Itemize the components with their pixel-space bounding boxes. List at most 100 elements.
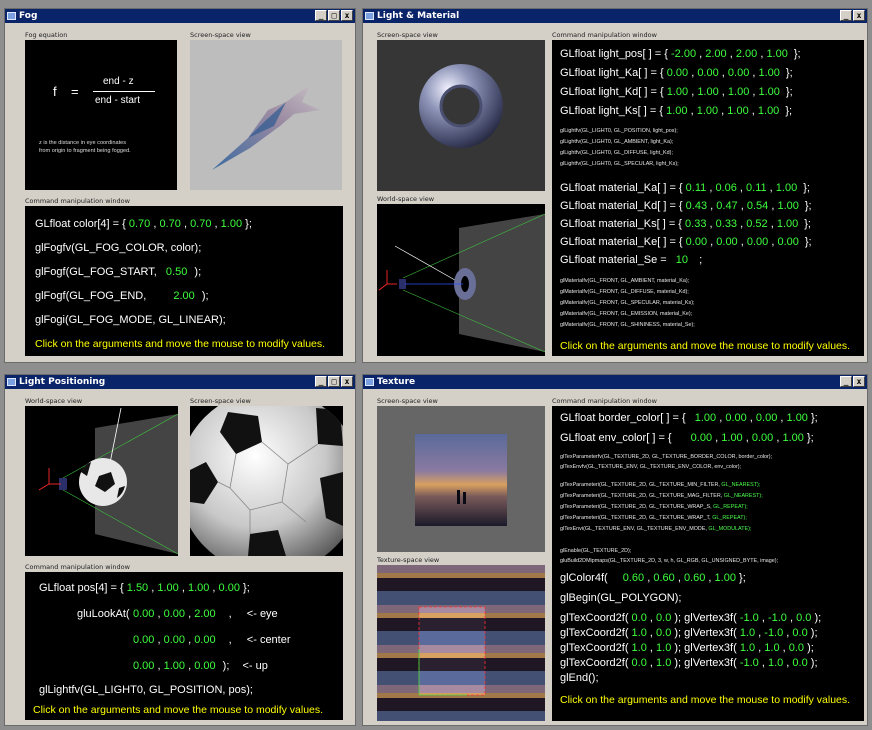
param-value[interactable]: 0.33 [716, 218, 737, 230]
fog-screen-view[interactable] [190, 40, 342, 190]
color4f-b[interactable]: 0.60 [684, 572, 705, 584]
fog-color-a[interactable]: 1.00 [221, 218, 242, 230]
vertex-coord[interactable]: 0.0 [789, 642, 804, 654]
texcoord-t[interactable]: 0.0 [656, 612, 671, 624]
fog-color-g[interactable]: 0.70 [159, 218, 180, 230]
param-value[interactable]: 0.00 [667, 67, 688, 79]
torus-world-view[interactable] [377, 204, 545, 356]
minimize-button[interactable]: _ [315, 376, 327, 387]
param-value[interactable]: 1.00 [728, 86, 749, 98]
param-value[interactable]: 0.11 [686, 182, 707, 194]
param-value[interactable]: 0.47 [716, 200, 737, 212]
param-value[interactable]: -2.00 [671, 48, 696, 60]
texparam-arg[interactable]: GL_REPEAT); [713, 504, 748, 510]
param-value[interactable]: 0.06 [715, 182, 736, 194]
param-value[interactable]: 1.00 [777, 218, 798, 230]
texcoord-t[interactable]: 0.0 [656, 627, 671, 639]
param-value[interactable]: 0.00 [686, 236, 707, 248]
border-b[interactable]: 0.00 [756, 412, 777, 424]
fog-end-value[interactable]: 2.00 [173, 290, 194, 302]
light-material-titlebar[interactable]: Light & Material _ x [363, 9, 867, 23]
param-value[interactable]: 1.00 [667, 86, 688, 98]
param-value[interactable]: 1.00 [727, 105, 748, 117]
border-a[interactable]: 1.00 [787, 412, 808, 424]
up-y[interactable]: 1.00 [164, 660, 185, 672]
light-positioning-titlebar[interactable]: Light Positioning _ □ x [5, 375, 355, 389]
torus-screen-view[interactable] [377, 40, 545, 191]
up-z[interactable]: 0.00 [194, 660, 215, 672]
minimize-button[interactable]: _ [840, 10, 852, 21]
param-value[interactable]: 1.00 [766, 48, 787, 60]
eye-z[interactable]: 2.00 [194, 608, 215, 620]
param-value[interactable]: 2.00 [736, 48, 757, 60]
vertex-coord[interactable]: -1.0 [740, 657, 759, 669]
color4f-r[interactable]: 0.60 [623, 572, 644, 584]
param-value[interactable]: 0.00 [777, 236, 798, 248]
fog-color-r[interactable]: 0.70 [129, 218, 150, 230]
vertex-coord[interactable]: 1.0 [768, 657, 783, 669]
texcoord-t[interactable]: 1.0 [656, 642, 671, 654]
texcoord-s[interactable]: 0.0 [632, 612, 647, 624]
env-g[interactable]: 1.00 [721, 432, 742, 444]
close-button[interactable]: x [341, 10, 353, 21]
param-value[interactable]: 0.00 [697, 67, 718, 79]
vertex-coord[interactable]: 0.0 [796, 612, 811, 624]
color4f-g[interactable]: 0.60 [653, 572, 674, 584]
center-z[interactable]: 0.00 [194, 634, 215, 646]
param-value[interactable]: 1.00 [777, 200, 798, 212]
env-r[interactable]: 0.00 [691, 432, 712, 444]
param-value[interactable]: 1.00 [666, 105, 687, 117]
texture-space-view[interactable] [377, 565, 545, 721]
ball-world-view[interactable] [25, 406, 178, 556]
texture-titlebar[interactable]: Texture _ x [363, 375, 867, 389]
param-value[interactable]: 1.00 [697, 105, 718, 117]
material-se-value[interactable]: 10 [676, 254, 688, 266]
vertex-coord[interactable]: 1.0 [740, 642, 755, 654]
vertex-coord[interactable]: -1.0 [740, 612, 759, 624]
pos-y[interactable]: 1.00 [157, 582, 178, 594]
param-value[interactable]: 0.11 [746, 182, 767, 194]
texcoord-s[interactable]: 1.0 [632, 642, 647, 654]
pos-w[interactable]: 0.00 [219, 582, 240, 594]
close-button[interactable]: x [853, 376, 865, 387]
center-y[interactable]: 0.00 [164, 634, 185, 646]
close-button[interactable]: x [853, 10, 865, 21]
env-b[interactable]: 0.00 [752, 432, 773, 444]
fog-color-b[interactable]: 0.70 [190, 218, 211, 230]
texcoord-s[interactable]: 0.0 [632, 657, 647, 669]
vertex-coord[interactable]: 0.0 [792, 657, 807, 669]
param-value[interactable]: 0.00 [728, 67, 749, 79]
vertex-coord[interactable]: -1.0 [768, 612, 787, 624]
vertex-coord[interactable]: 1.0 [764, 642, 779, 654]
texcoord-s[interactable]: 1.0 [632, 627, 647, 639]
param-value[interactable]: 1.00 [697, 86, 718, 98]
fog-titlebar[interactable]: Fog _ □ x [5, 9, 355, 23]
param-value[interactable]: 0.54 [747, 200, 768, 212]
color4f-a[interactable]: 1.00 [715, 572, 736, 584]
center-x[interactable]: 0.00 [133, 634, 154, 646]
pos-z[interactable]: 1.00 [188, 582, 209, 594]
param-value[interactable]: 1.00 [776, 182, 797, 194]
border-r[interactable]: 1.00 [695, 412, 716, 424]
pos-x[interactable]: 1.50 [127, 582, 148, 594]
vertex-coord[interactable]: 1.0 [740, 627, 755, 639]
texcoord-t[interactable]: 1.0 [656, 657, 671, 669]
param-value[interactable]: 0.00 [747, 236, 768, 248]
env-a[interactable]: 1.00 [782, 432, 803, 444]
param-value[interactable]: 1.00 [758, 105, 779, 117]
param-value[interactable]: 2.00 [705, 48, 726, 60]
minimize-button[interactable]: _ [315, 10, 327, 21]
close-button[interactable]: x [341, 376, 353, 387]
param-value[interactable]: 0.43 [686, 200, 707, 212]
texparam-arg[interactable]: GL_REPEAT); [712, 515, 747, 521]
texparam-arg[interactable]: GL_NEAREST); [721, 482, 760, 488]
vertex-coord[interactable]: 0.0 [792, 627, 807, 639]
param-value[interactable]: 1.00 [759, 67, 780, 79]
texparam-arg[interactable]: GL_NEAREST); [724, 493, 763, 499]
fog-start-value[interactable]: 0.50 [166, 266, 187, 278]
texparam-arg[interactable]: GL_MODULATE); [708, 526, 751, 532]
maximize-button[interactable]: □ [328, 10, 340, 21]
minimize-button[interactable]: _ [840, 376, 852, 387]
texture-screen-view[interactable] [377, 406, 545, 552]
border-g[interactable]: 0.00 [725, 412, 746, 424]
